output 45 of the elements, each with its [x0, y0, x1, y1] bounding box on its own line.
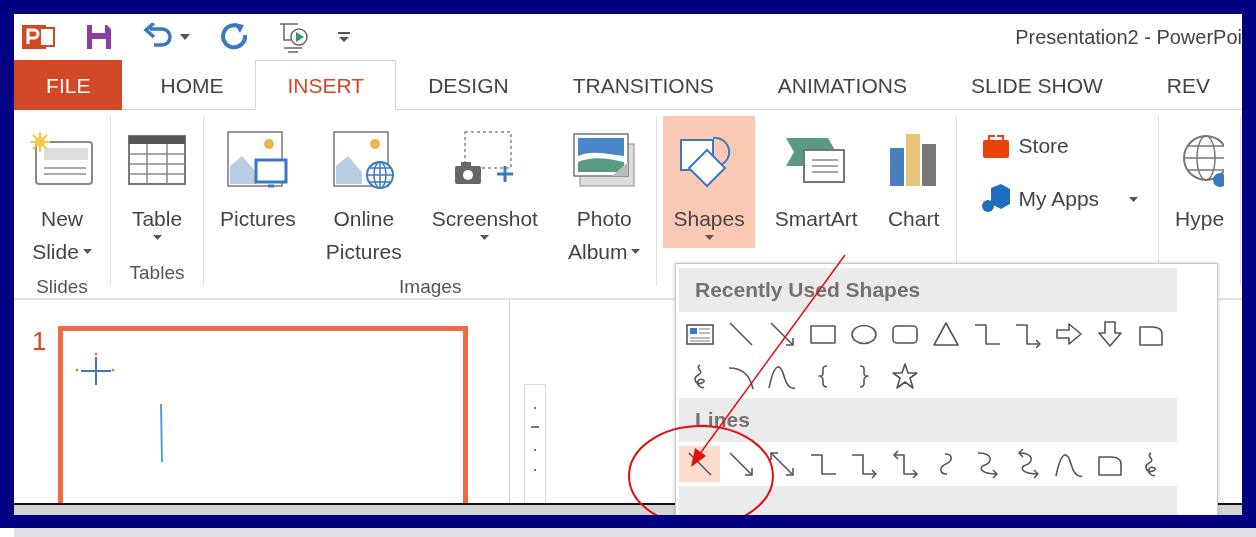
store-icon [980, 132, 1011, 160]
hyperlink-button[interactable]: Hype [1165, 116, 1235, 243]
store-button[interactable]: Store [976, 130, 1143, 162]
online-pictures-button[interactable]: Online Pictures [315, 116, 412, 276]
pictures-button[interactable]: Pictures [210, 116, 306, 243]
triangle-icon [930, 319, 961, 349]
caret-icon[interactable] [180, 34, 190, 40]
save-icon[interactable] [84, 22, 114, 52]
window-title: Presentation2 - PowerPoi [1015, 25, 1242, 49]
presenter-icon[interactable] [278, 20, 310, 54]
ribbon-tab[interactable]: DESIGN [396, 60, 541, 110]
file-tab[interactable]: FILE [14, 60, 123, 110]
screenshot-button[interactable]: Screenshot [421, 116, 548, 248]
pictures-icon [225, 130, 290, 190]
table-icon [127, 134, 187, 186]
group-label: Tables [128, 262, 186, 285]
app-logo-icon [22, 23, 56, 51]
star-icon [889, 361, 920, 391]
slide-number: 1 [32, 326, 47, 358]
ribbon-tab[interactable]: INSERT [255, 60, 397, 110]
ribbon-tab[interactable]: TRANSITIONS [540, 60, 746, 110]
new-slide-icon [30, 132, 94, 188]
line-shape[interactable] [159, 403, 166, 463]
photo-album-button[interactable]: Photo Album [557, 116, 651, 276]
ribbon-tab[interactable]: SLIDE SHOW [938, 60, 1135, 110]
ribbon-tab[interactable]: HOME [128, 60, 256, 110]
my-apps-icon [980, 184, 1011, 214]
shapes-button[interactable]: Shapes [663, 116, 755, 248]
new-slide-button[interactable]: New Slide [20, 116, 104, 276]
group-label: Slides [35, 276, 89, 298]
photo-album-icon [572, 132, 637, 188]
my-apps-button[interactable]: My Apps [976, 182, 1143, 216]
group-label: Images [398, 276, 463, 298]
ribbon-tab[interactable]: REV [1134, 60, 1242, 110]
smartart-button[interactable]: SmartArt [764, 116, 868, 243]
customize-icon[interactable] [338, 30, 350, 44]
scribble-icon [1143, 450, 1158, 478]
chart-button[interactable]: Chart [877, 116, 950, 243]
shape-option[interactable] [679, 446, 720, 482]
scribble-icon [692, 362, 707, 390]
left-brace-icon [817, 364, 828, 388]
online-pictures-icon [331, 130, 396, 190]
ribbon-tab[interactable]: ANIMATIONS [745, 60, 939, 110]
table-button[interactable]: Table [117, 116, 197, 248]
right-brace-icon [858, 364, 869, 388]
